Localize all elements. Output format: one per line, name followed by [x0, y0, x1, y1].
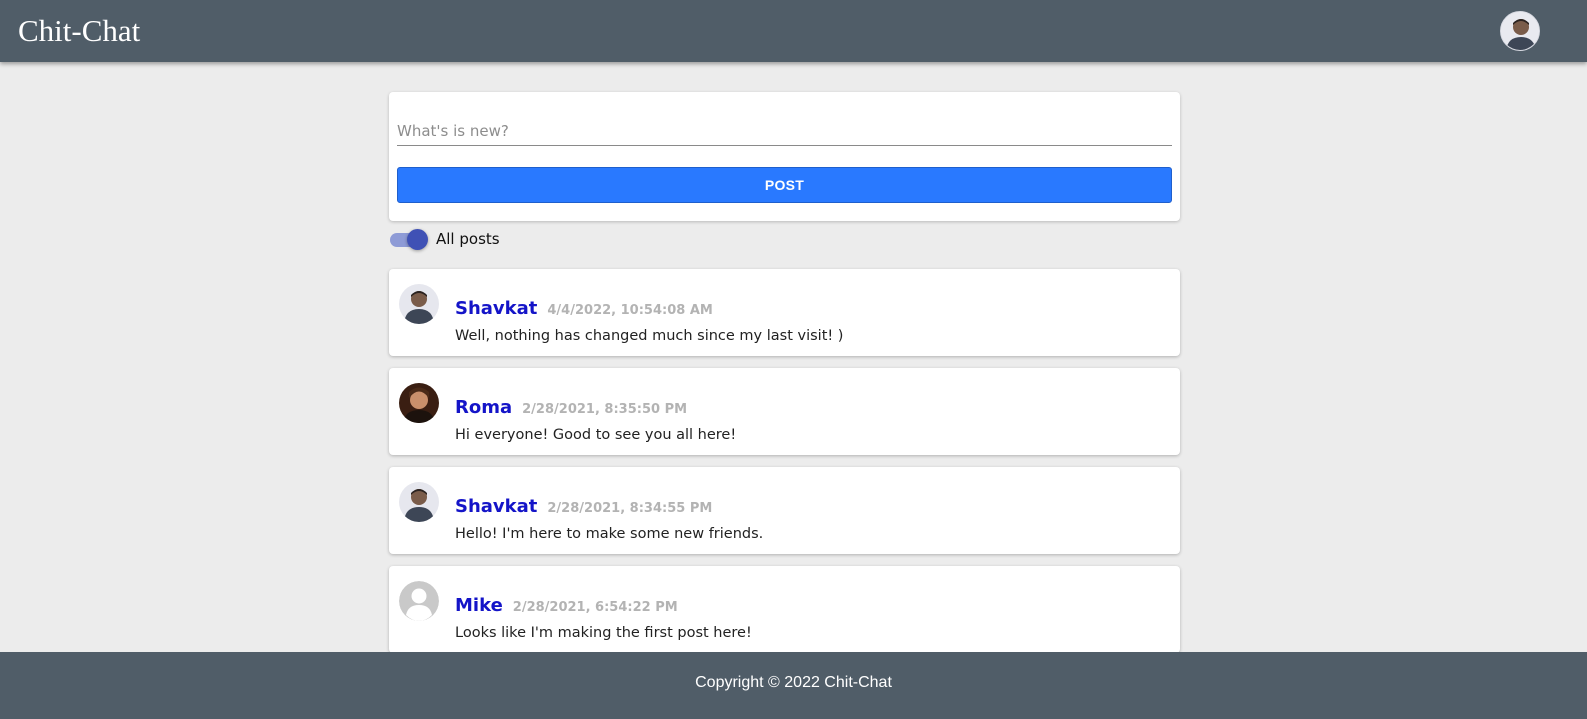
- toggle-thumb: [407, 229, 428, 250]
- avatar[interactable]: [399, 482, 439, 522]
- post-date: 2/28/2021, 8:35:50 PM: [522, 402, 688, 417]
- user-avatar-icon: [1501, 12, 1539, 50]
- avatar-photo-icon: [399, 482, 439, 522]
- post-author-name[interactable]: Roma: [455, 397, 512, 418]
- post-date: 2/28/2021, 8:34:55 PM: [547, 501, 713, 516]
- avatar-photo-icon: [399, 383, 439, 423]
- post-author-name[interactable]: Mike: [455, 595, 503, 616]
- post-text: Hi everyone! Good to see you all here!: [455, 427, 737, 443]
- post-text: Looks like I'm making the first post her…: [455, 625, 752, 641]
- post-feed: Shavkat 4/4/2022, 10:54:08 AM Well, nothi…: [389, 269, 1180, 665]
- default-user-icon: [399, 581, 439, 621]
- all-posts-toggle[interactable]: [390, 228, 428, 252]
- post-button[interactable]: POST: [397, 167, 1172, 203]
- avatar[interactable]: [399, 383, 439, 423]
- post-author[interactable]: Shavkat 2/28/2021, 8:34:55 PM: [455, 496, 712, 520]
- post-date: 4/4/2022, 10:54:08 AM: [547, 303, 713, 318]
- new-post-input[interactable]: [397, 116, 1172, 146]
- post-text: Well, nothing has changed much since my …: [455, 328, 844, 344]
- post-text: Hello! I'm here to make some new friends…: [455, 526, 764, 542]
- app-footer: Copyright © 2022 Chit-Chat: [0, 652, 1587, 719]
- post-author[interactable]: Shavkat 4/4/2022, 10:54:08 AM: [455, 298, 713, 322]
- post-date: 2/28/2021, 6:54:22 PM: [512, 600, 678, 615]
- avatar-photo-icon: [399, 284, 439, 324]
- post-author-name[interactable]: Shavkat: [455, 298, 537, 319]
- post-author-name[interactable]: Shavkat: [455, 496, 537, 517]
- post-card: Shavkat 2/28/2021, 8:34:55 PM Hello! I'm …: [389, 467, 1180, 554]
- post-card: Roma 2/28/2021, 8:35:50 PM Hi everyone! G…: [389, 368, 1180, 455]
- post-card: Shavkat 4/4/2022, 10:54:08 AM Well, nothi…: [389, 269, 1180, 356]
- post-author[interactable]: Mike 2/28/2021, 6:54:22 PM: [455, 595, 678, 619]
- post-author[interactable]: Roma 2/28/2021, 8:35:50 PM: [455, 397, 687, 421]
- copyright-text: Copyright © 2022 Chit-Chat: [695, 674, 892, 691]
- all-posts-label: All posts: [436, 230, 500, 248]
- new-post-form: POST: [389, 92, 1180, 221]
- post-card: Mike 2/28/2021, 6:54:22 PM Looks like I'm…: [389, 566, 1180, 653]
- app-title[interactable]: Chit-Chat: [18, 13, 140, 49]
- user-avatar[interactable]: [1500, 11, 1540, 51]
- avatar[interactable]: [399, 581, 439, 621]
- app-header: Chit-Chat: [0, 0, 1587, 62]
- avatar[interactable]: [399, 284, 439, 324]
